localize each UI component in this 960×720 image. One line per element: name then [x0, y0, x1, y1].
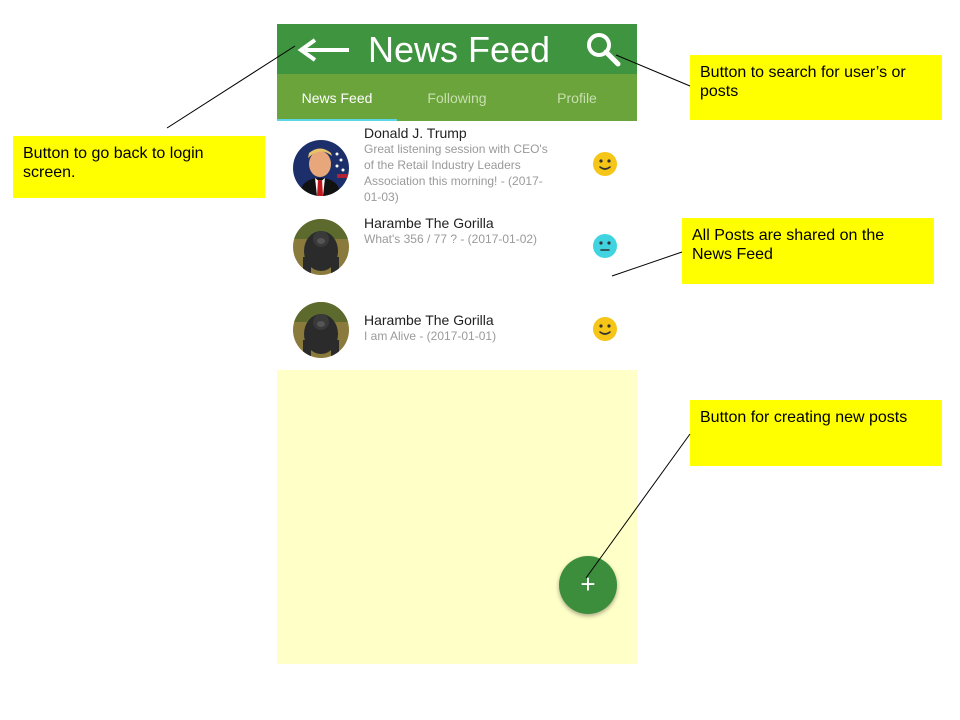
annotation-connector-lines [166, 45, 691, 579]
